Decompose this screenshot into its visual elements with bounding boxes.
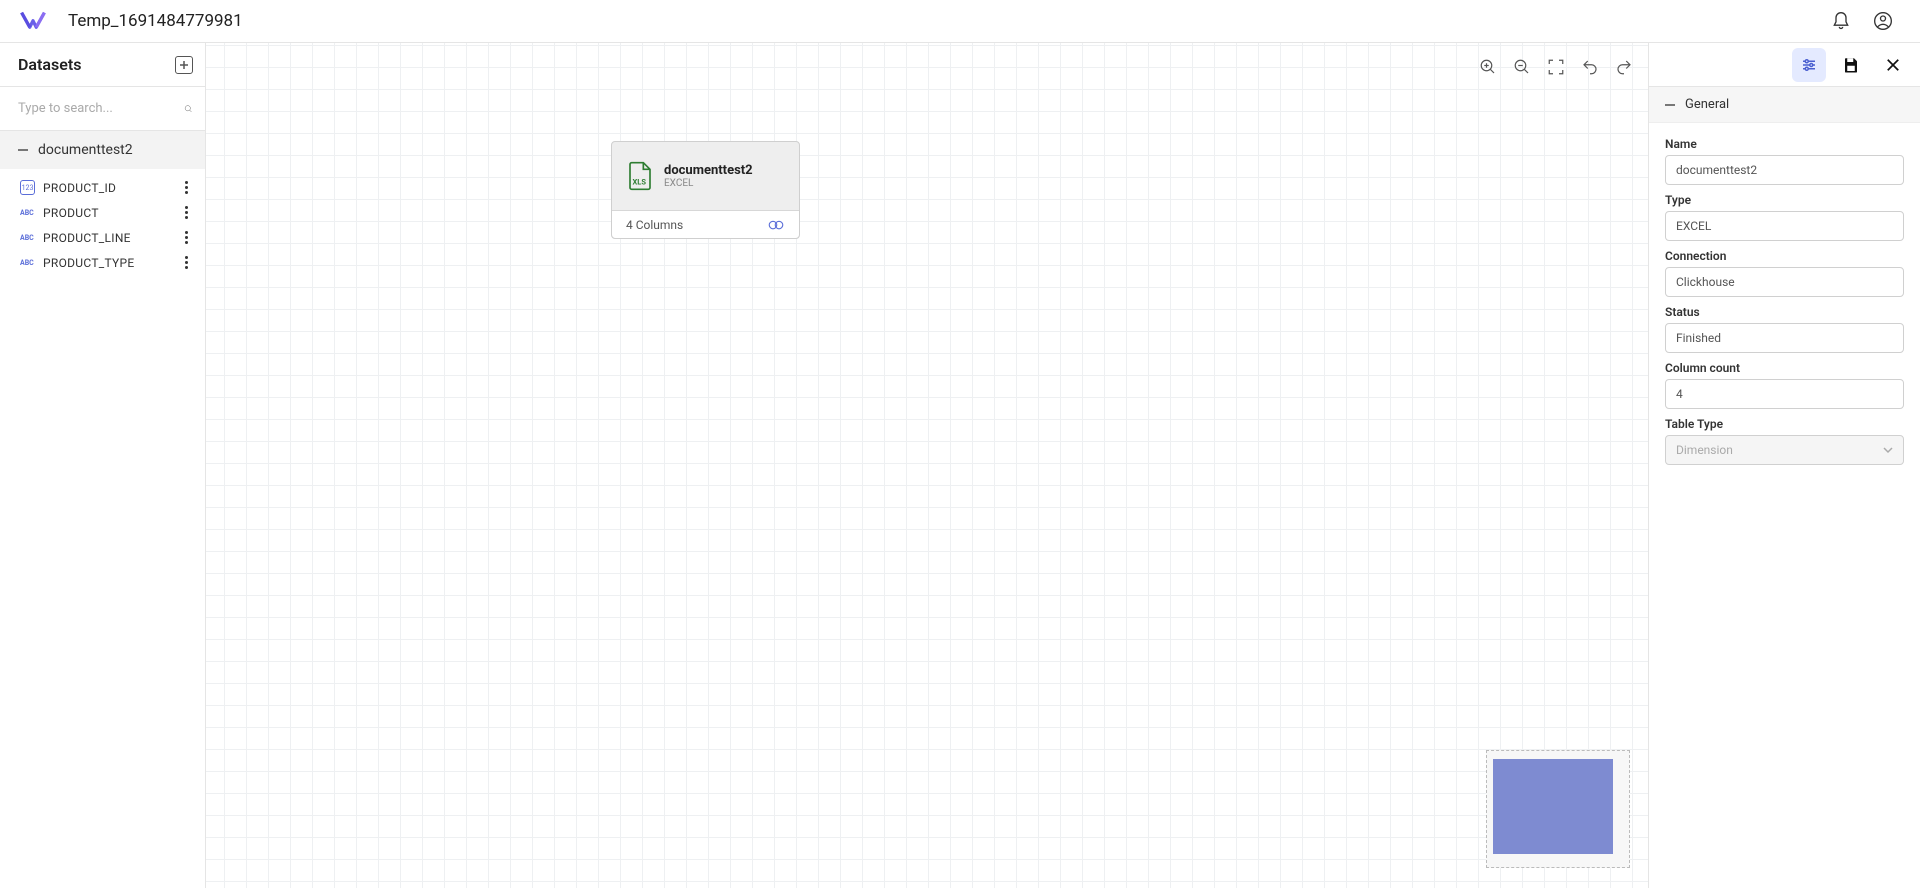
status-input[interactable] — [1665, 323, 1904, 353]
page-title: Temp_1691484779981 — [68, 11, 243, 31]
minimap-viewport — [1493, 759, 1613, 854]
app-logo — [20, 10, 46, 32]
canvas-grid — [206, 43, 1648, 888]
xls-file-icon: XLS — [626, 161, 654, 191]
table-type-label: Table Type — [1665, 417, 1904, 431]
config-panel: General Name Type Connection Status Colu… — [1648, 43, 1920, 888]
column-row[interactable]: 123 PRODUCT_ID — [0, 175, 205, 200]
column-name: PRODUCT_ID — [43, 181, 179, 195]
add-dataset-button[interactable] — [175, 56, 193, 74]
undo-button[interactable] — [1576, 53, 1604, 81]
chevron-down-icon — [1882, 444, 1894, 456]
canvas-toolbar — [1474, 53, 1638, 81]
column-row[interactable]: ABC PRODUCT_LINE — [0, 225, 205, 250]
node-title: documenttest2 — [664, 163, 753, 178]
dataset-search-input[interactable] — [18, 101, 184, 116]
dataset-tree-item[interactable]: documenttest2 — [0, 131, 205, 169]
column-menu-button[interactable] — [179, 231, 193, 244]
collapse-icon — [1665, 104, 1675, 106]
connection-label: Connection — [1665, 249, 1904, 263]
notifications-button[interactable] — [1824, 4, 1858, 38]
join-icon[interactable] — [767, 219, 785, 231]
table-type-select[interactable] — [1665, 435, 1904, 465]
collapse-icon — [18, 149, 28, 151]
save-button[interactable] — [1834, 48, 1868, 82]
column-menu-button[interactable] — [179, 256, 193, 269]
minimap[interactable] — [1486, 750, 1630, 868]
section-title: General — [1685, 97, 1729, 112]
column-type-text-icon: ABC — [20, 230, 35, 245]
svg-text:XLS: XLS — [633, 177, 647, 186]
dataset-name: documenttest2 — [38, 142, 133, 158]
zoom-in-button[interactable] — [1474, 53, 1502, 81]
column-type-id-icon: 123 — [20, 180, 35, 195]
settings-toggle-button[interactable] — [1792, 48, 1826, 82]
fit-screen-button[interactable] — [1542, 53, 1570, 81]
node-subtitle: EXCEL — [664, 178, 753, 189]
column-type-text-icon: ABC — [20, 205, 35, 220]
account-button[interactable] — [1866, 4, 1900, 38]
zoom-out-button[interactable] — [1508, 53, 1536, 81]
column-menu-button[interactable] — [179, 206, 193, 219]
name-input[interactable] — [1665, 155, 1904, 185]
top-header: Temp_1691484779981 — [0, 0, 1920, 43]
datasets-sidebar: Datasets documenttest2 123 PRODUCT_ID AB… — [0, 43, 206, 888]
column-type-text-icon: ABC — [20, 255, 35, 270]
dataset-node[interactable]: XLS documenttest2 EXCEL 4 Columns — [611, 141, 800, 239]
general-section-header[interactable]: General — [1649, 87, 1920, 123]
status-label: Status — [1665, 305, 1904, 319]
name-label: Name — [1665, 137, 1904, 151]
column-count-input[interactable] — [1665, 379, 1904, 409]
canvas[interactable]: XLS documenttest2 EXCEL 4 Columns — [206, 43, 1648, 888]
redo-button[interactable] — [1610, 53, 1638, 81]
column-row[interactable]: ABC PRODUCT_TYPE — [0, 250, 205, 275]
column-name: PRODUCT_TYPE — [43, 256, 179, 270]
column-name: PRODUCT — [43, 206, 179, 220]
column-count-label: Column count — [1665, 361, 1904, 375]
column-menu-button[interactable] — [179, 181, 193, 194]
search-icon — [184, 101, 193, 117]
type-input[interactable] — [1665, 211, 1904, 241]
close-panel-button[interactable] — [1876, 48, 1910, 82]
type-label: Type — [1665, 193, 1904, 207]
sidebar-title: Datasets — [18, 55, 175, 74]
node-column-count: 4 Columns — [626, 218, 683, 232]
column-row[interactable]: ABC PRODUCT — [0, 200, 205, 225]
connection-input[interactable] — [1665, 267, 1904, 297]
column-name: PRODUCT_LINE — [43, 231, 179, 245]
